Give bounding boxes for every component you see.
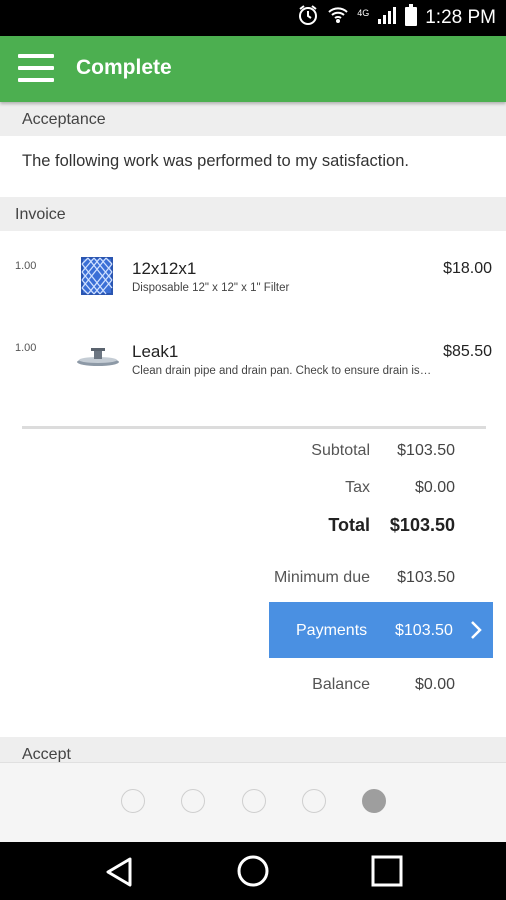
back-icon[interactable] xyxy=(104,856,134,893)
payments-button[interactable]: Payments $103.50 xyxy=(269,602,493,658)
invoice-header-label: Invoice xyxy=(15,206,66,223)
minimum-due-value: $103.50 xyxy=(397,569,455,586)
tax-label: Tax xyxy=(345,479,370,496)
minimum-due-label: Minimum due xyxy=(273,569,370,586)
network-type: 4G xyxy=(357,8,370,18)
invoice-header: Invoice xyxy=(0,197,506,231)
item-price: $85.50 xyxy=(443,343,492,360)
item-name: 12x12x1 xyxy=(132,259,197,278)
page-title: Complete xyxy=(76,56,172,79)
drain-pan-icon xyxy=(76,346,120,375)
battery-icon xyxy=(405,4,418,32)
acceptance-header: Acceptance xyxy=(0,102,506,136)
subtotal-label: Subtotal xyxy=(311,442,370,459)
app-bar: Complete xyxy=(0,36,506,102)
subtotal-value: $103.50 xyxy=(397,442,455,459)
navigation-bar xyxy=(0,842,506,900)
item-description: Disposable 12" x 12" x 1" Filter xyxy=(132,282,290,294)
pager-dot-3[interactable] xyxy=(242,789,266,813)
pager-dot-2[interactable] xyxy=(181,789,205,813)
payments-amount: $103.50 xyxy=(395,622,453,639)
divider xyxy=(22,426,486,429)
pager-dot-5-active[interactable] xyxy=(362,789,386,813)
alarm-icon xyxy=(297,4,319,32)
total-label: Total xyxy=(328,515,370,535)
filter-icon xyxy=(80,256,114,301)
menu-icon[interactable] xyxy=(18,52,54,84)
status-bar: 4G 1:28 PM xyxy=(0,0,506,36)
recents-icon[interactable] xyxy=(371,855,403,892)
acceptance-header-label: Acceptance xyxy=(22,111,106,128)
item-name: Leak1 xyxy=(132,342,179,361)
pager-dot-1[interactable] xyxy=(121,789,145,813)
item-quantity: 1.00 xyxy=(15,260,37,272)
balance-label: Balance xyxy=(312,676,370,693)
item-description: Clean drain pipe and drain pan. Check to… xyxy=(132,365,432,377)
acceptance-text: The following work was performed to my s… xyxy=(22,152,409,170)
item-price: $18.00 xyxy=(443,260,492,277)
balance-value: $0.00 xyxy=(414,676,455,693)
signal-icon xyxy=(377,5,397,31)
tax-value: $0.00 xyxy=(414,479,455,496)
payments-label: Payments xyxy=(296,622,368,639)
pager-dot-4[interactable] xyxy=(302,789,326,813)
item-quantity: 1.00 xyxy=(15,342,37,354)
chevron-right-icon xyxy=(469,620,483,645)
total-value: $103.50 xyxy=(389,515,455,535)
home-icon[interactable] xyxy=(237,855,269,892)
clock: 1:28 PM xyxy=(425,7,496,28)
wifi-icon xyxy=(327,5,349,31)
